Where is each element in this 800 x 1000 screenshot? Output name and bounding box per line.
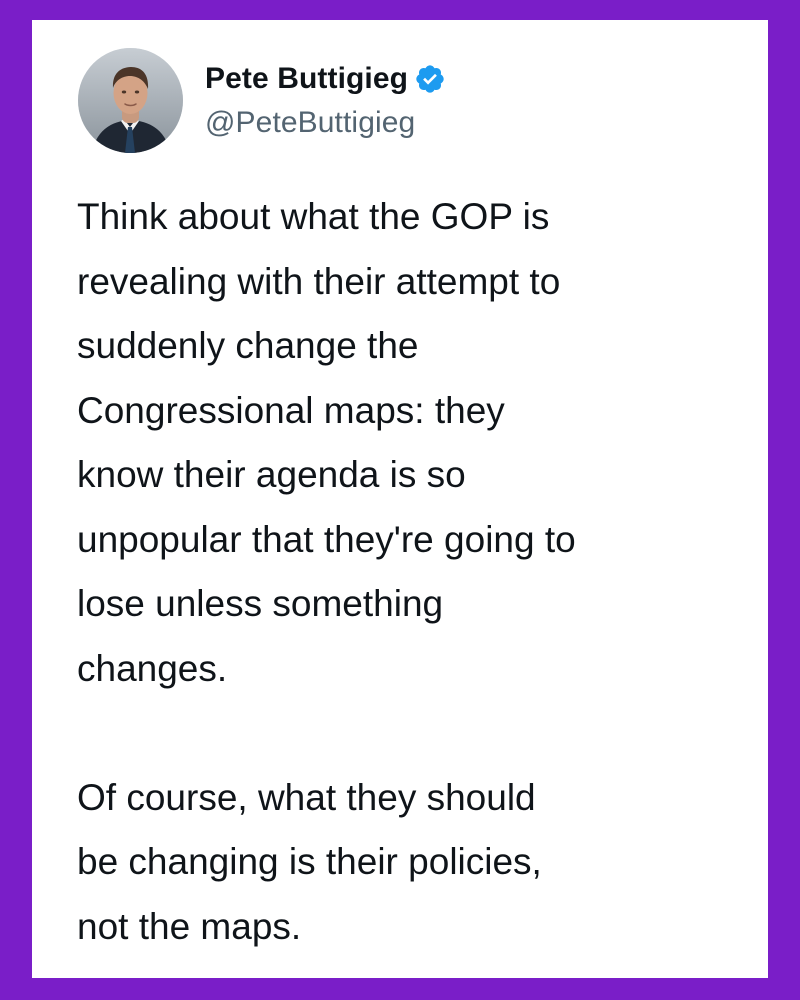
tweet-card: Pete Buttigieg @PeteButtigieg Think abou… [32, 20, 768, 978]
tweet-line: Think about what the GOP is [77, 196, 550, 237]
display-name[interactable]: Pete Buttigieg [205, 62, 408, 96]
tweet-line: Of course, what they should [77, 776, 536, 818]
avatar-image [78, 47, 183, 153]
verified-badge-icon [414, 63, 446, 95]
tweet-paragraph-2: Of course, what they should be changing … [77, 766, 737, 960]
author-names: Pete Buttigieg @PeteButtigieg [205, 60, 446, 140]
author-handle[interactable]: @PeteButtigieg [205, 106, 446, 140]
tweet-header: Pete Buttigieg @PeteButtigieg [78, 46, 446, 154]
tweet-line: Congressional maps: they [77, 389, 505, 431]
tweet-paragraph-1: Think about what the GOP is revealing wi… [77, 185, 737, 701]
avatar[interactable] [78, 47, 183, 153]
tweet-text: Think about what the GOP is revealing wi… [77, 185, 737, 959]
tweet-line: unpopular that they're going to [77, 518, 576, 560]
tweet-line: suddenly change the [77, 325, 419, 366]
tweet-line: revealing with their attempt to [77, 260, 561, 302]
tweet-line: not the maps. [77, 905, 302, 947]
display-name-row: Pete Buttigieg [205, 60, 446, 98]
tweet-line: know their agenda is so [77, 454, 466, 495]
tweet-line: lose unless something [77, 583, 444, 624]
tweet-line: be changing is their policies, [77, 841, 542, 882]
tweet-line: changes. [77, 647, 228, 689]
